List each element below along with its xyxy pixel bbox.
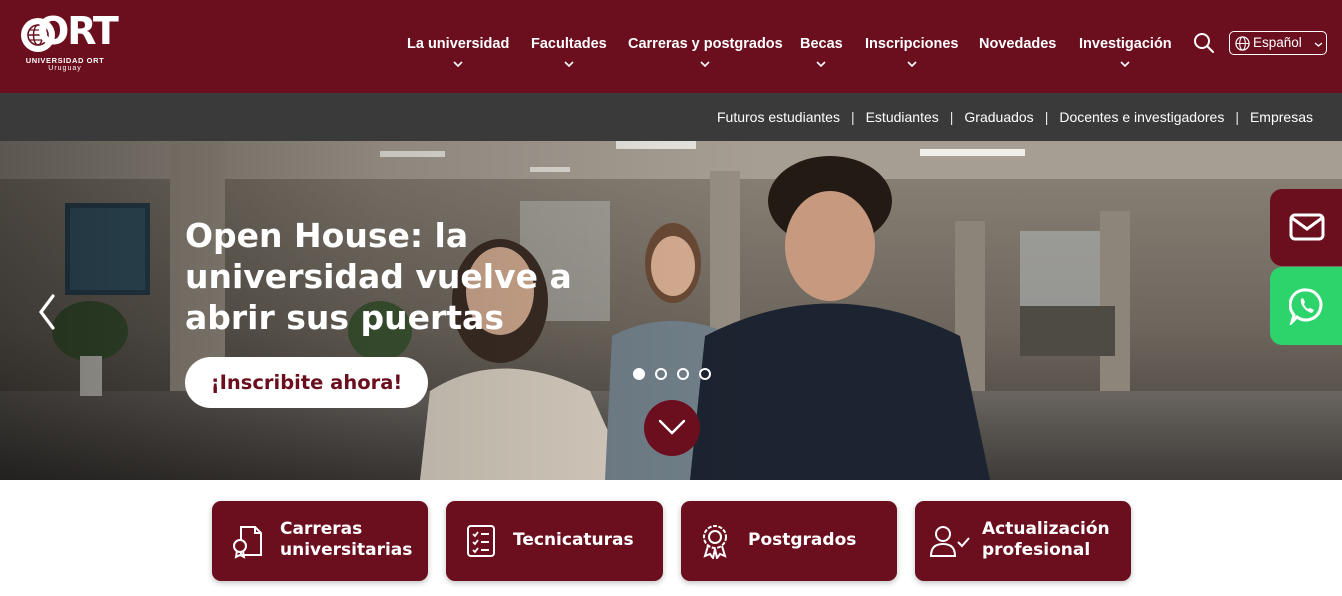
carousel-dot[interactable] (699, 368, 711, 380)
logo-country: Uruguay (48, 65, 82, 72)
chevron-down-icon (1120, 61, 1130, 67)
nav-item-label: Novedades (979, 36, 1057, 52)
card-label: Tecnicaturas (513, 530, 634, 550)
separator: | (1044, 109, 1049, 125)
audience-nav: Futuros estudiantes | Estudiantes | Graduado… (717, 109, 1313, 125)
carousel-dot[interactable] (677, 368, 689, 380)
audience-bar: Futuros estudiantes | Estudiantes | Graduado… (0, 93, 1342, 141)
mail-icon (1289, 213, 1325, 241)
separator: | (1235, 109, 1239, 125)
globe-icon (1235, 36, 1250, 51)
separator: | (850, 109, 855, 125)
nav-item-label: Inscripciones (865, 36, 959, 52)
nav-item-carreras-y-postgrados[interactable]: Carreras y postgrados (628, 36, 783, 67)
nav-item-becas[interactable]: Becas (800, 36, 843, 67)
card-label: Postgrados (748, 530, 857, 550)
hero-title: Open House: la universidad vuelve a abri… (185, 216, 572, 337)
card-carreras-universitarias[interactable]: Carreras universitarias (212, 501, 428, 581)
card-postgrados[interactable]: Postgrados (681, 501, 897, 581)
search-icon[interactable] (1193, 32, 1215, 54)
diploma-icon (233, 526, 262, 559)
chevron-down-icon (700, 61, 710, 67)
audience-link-futuros-estudiantes[interactable]: Futuros estudiantes (717, 109, 840, 125)
audience-link-empresas[interactable]: Empresas (1250, 109, 1313, 125)
language-selector[interactable]: Español (1229, 31, 1327, 55)
user-check-icon (929, 526, 970, 557)
contact-mail-button[interactable] (1270, 189, 1342, 266)
card-label: Actualización (982, 519, 1110, 539)
nav-item-investigacion[interactable]: Investigación (1079, 36, 1172, 67)
audience-link-estudiantes[interactable]: Estudiantes (866, 109, 939, 125)
card-label: universitarias (280, 540, 413, 560)
nav-item-facultades[interactable]: Facultades (531, 36, 607, 67)
carousel-dot[interactable] (633, 368, 645, 380)
whatsapp-button[interactable] (1270, 267, 1342, 345)
audience-link-docentes[interactable]: Docentes e investigadores (1059, 109, 1224, 125)
card-actualizacion-profesional[interactable]: Actualización profesional (915, 501, 1131, 581)
card-label: Carreras (280, 519, 363, 539)
chevron-down-icon (564, 61, 574, 67)
medal-icon (703, 525, 727, 559)
nav-item-label: Investigación (1079, 36, 1172, 52)
ort-logo[interactable]: ORT UNIVERSIDAD ORT Uruguay (19, 11, 119, 75)
logo-wordmark: ORT (37, 9, 119, 53)
card-label: profesional (982, 540, 1091, 560)
scroll-down-button[interactable] (644, 400, 700, 456)
chevron-down-icon (453, 61, 463, 67)
card-tecnicaturas[interactable]: Tecnicaturas (446, 501, 663, 581)
nav-item-label: Facultades (531, 36, 607, 52)
chevron-down-icon (658, 419, 686, 435)
logo-subtitle: UNIVERSIDAD ORT (25, 56, 105, 65)
nav-item-label: La universidad (407, 36, 510, 52)
audience-link-graduados[interactable]: Graduados (964, 109, 1033, 125)
nav-item-label: Becas (800, 36, 843, 52)
chevron-down-icon (1314, 42, 1323, 47)
main-header: ORT UNIVERSIDAD ORT Uruguay La universid… (0, 0, 1342, 93)
nav-item-label: Carreras y postgrados (628, 36, 783, 52)
nav-item-inscripciones[interactable]: Inscripciones (865, 36, 959, 67)
carousel-prev-icon[interactable] (36, 292, 58, 332)
checklist-icon (467, 525, 495, 557)
chevron-down-icon (816, 61, 826, 67)
nav-item-la-universidad[interactable]: La universidad (407, 36, 510, 67)
language-label: Español (1253, 35, 1302, 50)
hero-carousel: Open House: la universidad vuelve a abri… (0, 141, 1342, 480)
carousel-dot[interactable] (655, 368, 667, 380)
hero-cta-button[interactable]: ¡Inscribite ahora! (185, 357, 428, 408)
nav-item-novedades[interactable]: Novedades (979, 36, 1056, 52)
chevron-down-icon (907, 61, 917, 67)
separator: | (949, 109, 954, 125)
whatsapp-icon (1289, 288, 1323, 325)
